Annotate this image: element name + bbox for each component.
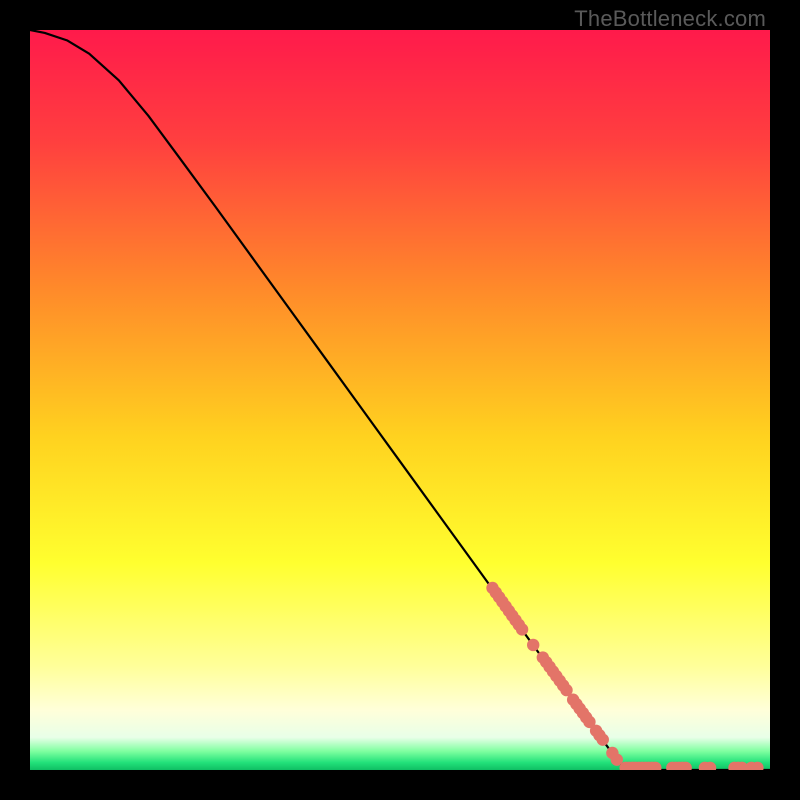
data-dot	[516, 623, 528, 635]
chart-canvas	[30, 30, 770, 770]
data-dot	[527, 639, 539, 651]
data-dot	[597, 733, 609, 745]
watermark-text: TheBottleneck.com	[574, 6, 766, 32]
chart-background-gradient	[30, 30, 770, 770]
